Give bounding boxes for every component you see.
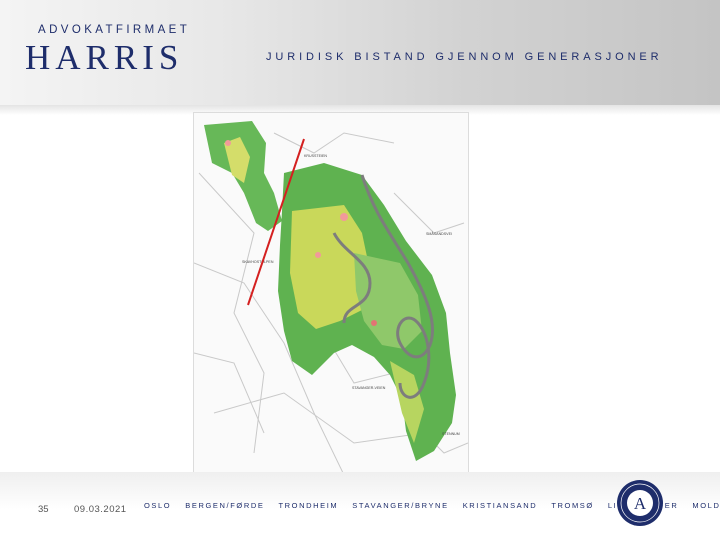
city-oslo: OSLO <box>144 501 172 510</box>
city-stavanger-bryne: STAVANGER/BRYNE <box>352 501 449 510</box>
map-label: STAVANGER-VEIEN <box>352 386 386 390</box>
map-label: STENNUM <box>442 432 460 436</box>
city-trondheim: TRONDHEIM <box>278 501 339 510</box>
city-kristiansand: KRISTIANSAND <box>462 501 538 510</box>
map-label: KRUSSTEIEN <box>304 154 327 158</box>
seal-letter: A <box>634 494 647 513</box>
advokat-seal-icon: A <box>617 480 663 526</box>
city-tromso: TROMSØ <box>551 501 594 510</box>
site-plan-map: KRUSSTEIEN SMÅSANDSVEI STAVANGER-VEIEN S… <box>193 112 469 476</box>
site-plan-graphic: KRUSSTEIEN SMÅSANDSVEI STAVANGER-VEIEN S… <box>194 113 468 475</box>
firm-label: ADVOKATFIRMAET <box>38 24 191 36</box>
date: 09.03.2021 <box>74 504 127 515</box>
page-number: 35 <box>38 504 49 515</box>
firm-logo-name: HARRIS <box>25 38 184 77</box>
map-label: SKAVHOSTOLPEN <box>242 260 274 264</box>
city-bergen-forde: BERGEN/FØRDE <box>185 501 265 510</box>
map-label: SMÅSANDSVEI <box>426 231 452 236</box>
tagline: JURIDISK BISTAND GJENNOM GENERASJONER <box>266 51 663 63</box>
city-molde: MOLDE <box>692 501 720 510</box>
header-band: ADVOKATFIRMAET HARRIS JURIDISK BISTAND G… <box>0 0 720 105</box>
